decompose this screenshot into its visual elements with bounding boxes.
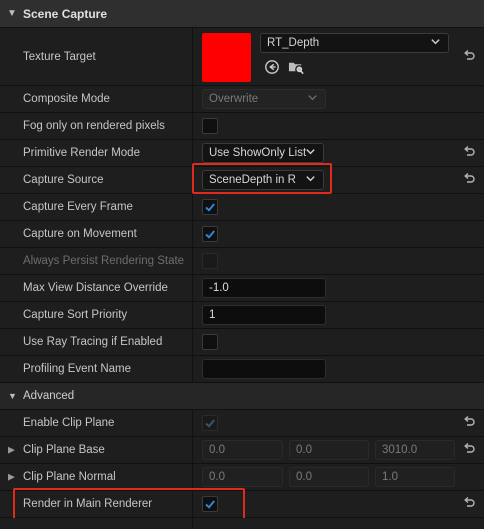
use-ray-tracing-checkbox[interactable] bbox=[202, 334, 218, 350]
texture-asset-name: RT_Depth bbox=[267, 37, 320, 49]
clip-plane-base-row: ▶ Clip Plane Base 0.0 0.0 3010.0 bbox=[0, 437, 484, 464]
profiling-event-name-row: Profiling Event Name bbox=[0, 356, 484, 383]
primitive-render-mode-dropdown[interactable]: Use ShowOnly List bbox=[202, 143, 324, 163]
advanced-title: Advanced bbox=[23, 390, 75, 402]
chevron-down-icon bbox=[307, 92, 318, 106]
clip-plane-base-z[interactable]: 3010.0 bbox=[375, 440, 455, 460]
max-view-distance-input[interactable]: -1.0 bbox=[202, 278, 326, 298]
reset-to-default-icon[interactable] bbox=[462, 442, 478, 458]
capture-every-frame-checkbox[interactable] bbox=[202, 199, 218, 215]
capture-on-movement-row: Capture on Movement bbox=[0, 221, 484, 248]
section-title: Scene Capture bbox=[23, 6, 108, 21]
capture-on-movement-label: Capture on Movement bbox=[23, 228, 137, 240]
max-view-distance-label: Max View Distance Override bbox=[23, 282, 168, 294]
checkmark-icon bbox=[205, 203, 215, 212]
advanced-section-header[interactable]: ▼ Advanced bbox=[0, 383, 484, 410]
scene-capture-header[interactable]: ▼ Scene Capture bbox=[0, 0, 484, 28]
texture-asset-dropdown[interactable]: RT_Depth bbox=[260, 33, 449, 53]
reset-to-default-icon[interactable] bbox=[462, 415, 478, 431]
reset-to-default-icon[interactable] bbox=[462, 49, 478, 65]
capture-on-movement-checkbox[interactable] bbox=[202, 226, 218, 242]
profiling-event-name-input[interactable] bbox=[202, 359, 326, 379]
clip-plane-base-x[interactable]: 0.0 bbox=[202, 440, 283, 460]
enable-clip-plane-label: Enable Clip Plane bbox=[23, 417, 115, 429]
always-persist-row: Always Persist Rendering State bbox=[0, 248, 484, 275]
clip-plane-base-y[interactable]: 0.0 bbox=[289, 440, 369, 460]
checkmark-icon bbox=[205, 419, 215, 428]
primitive-render-mode-label: Primitive Render Mode bbox=[23, 147, 140, 159]
reset-to-default-icon[interactable] bbox=[462, 496, 478, 512]
capture-sort-priority-row: Capture Sort Priority 1 bbox=[0, 302, 484, 329]
use-ray-tracing-row: Use Ray Tracing if Enabled bbox=[0, 329, 484, 356]
capture-sort-priority-input[interactable]: 1 bbox=[202, 305, 326, 325]
capture-every-frame-row: Capture Every Frame bbox=[0, 194, 484, 221]
collapse-arrow-icon[interactable]: ▼ bbox=[8, 391, 17, 401]
composite-mode-label: Composite Mode bbox=[23, 93, 110, 105]
next-row-partial bbox=[0, 518, 484, 529]
clip-plane-normal-x[interactable]: 0.0 bbox=[202, 467, 283, 487]
always-persist-label: Always Persist Rendering State bbox=[23, 255, 185, 267]
reset-to-default-icon[interactable] bbox=[462, 172, 478, 188]
composite-mode-dropdown[interactable]: Overwrite bbox=[202, 89, 326, 109]
enable-clip-plane-row: Enable Clip Plane bbox=[0, 410, 484, 437]
chevron-down-icon bbox=[305, 146, 316, 160]
composite-mode-value: Overwrite bbox=[209, 93, 259, 105]
fog-only-row: Fog only on rendered pixels bbox=[0, 113, 484, 140]
collapse-arrow-icon[interactable]: ▼ bbox=[7, 8, 17, 19]
capture-source-highlight bbox=[192, 163, 332, 194]
clip-plane-normal-label: Clip Plane Normal bbox=[23, 471, 116, 483]
enable-clip-plane-checkbox[interactable] bbox=[202, 415, 218, 431]
max-view-distance-row: Max View Distance Override -1.0 bbox=[0, 275, 484, 302]
primitive-render-mode-value: Use ShowOnly List bbox=[209, 147, 307, 159]
capture-sort-priority-label: Capture Sort Priority bbox=[23, 309, 128, 321]
texture-thumbnail[interactable] bbox=[202, 33, 251, 82]
folder-search-icon[interactable] bbox=[288, 59, 306, 77]
clip-plane-base-label: Clip Plane Base bbox=[23, 444, 105, 456]
texture-target-row: Texture Target RT_Depth bbox=[0, 28, 484, 86]
profiling-event-name-label: Profiling Event Name bbox=[23, 363, 132, 375]
clip-plane-normal-row: ▶ Clip Plane Normal 0.0 0.0 1.0 bbox=[0, 464, 484, 491]
fog-only-checkbox[interactable] bbox=[202, 118, 218, 134]
reset-to-default-icon[interactable] bbox=[462, 145, 478, 161]
clip-plane-normal-z[interactable]: 1.0 bbox=[375, 467, 455, 487]
texture-target-label: Texture Target bbox=[23, 50, 96, 63]
capture-every-frame-label: Capture Every Frame bbox=[23, 201, 133, 213]
fog-only-label: Fog only on rendered pixels bbox=[23, 120, 165, 132]
chevron-down-icon bbox=[430, 36, 441, 50]
clip-plane-normal-y[interactable]: 0.0 bbox=[289, 467, 369, 487]
arrow-left-circle-icon[interactable] bbox=[264, 59, 282, 77]
capture-source-label: Capture Source bbox=[23, 174, 104, 186]
composite-mode-row: Composite Mode Overwrite bbox=[0, 86, 484, 113]
use-ray-tracing-label: Use Ray Tracing if Enabled bbox=[23, 336, 163, 348]
checkmark-icon bbox=[205, 230, 215, 239]
always-persist-checkbox[interactable] bbox=[202, 253, 218, 269]
